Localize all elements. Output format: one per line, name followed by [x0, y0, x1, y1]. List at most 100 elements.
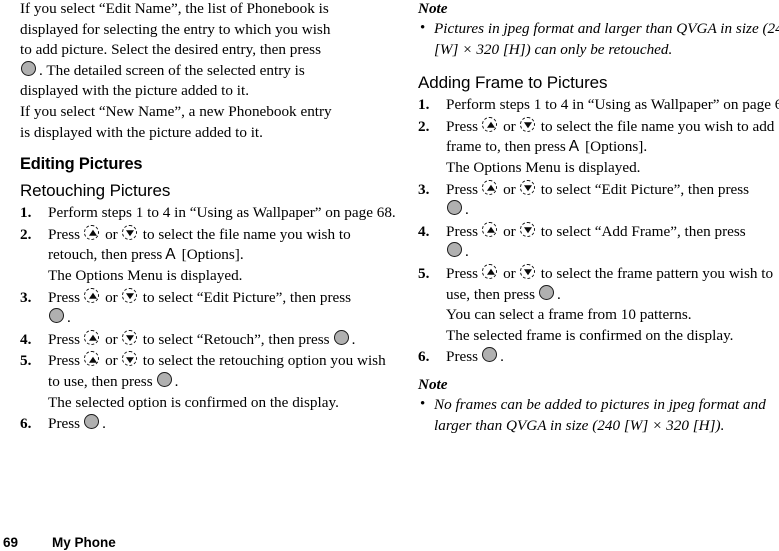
intro-paragraph: If you select “Edit Name”, the list of P… [20, 0, 399, 143]
step-text-tail: . [465, 201, 469, 219]
step-item: 6. Press. [418, 347, 779, 368]
step-number: 4. [20, 330, 32, 348]
step-text-tail: . [351, 330, 356, 348]
step-result: The Options Menu is displayed. [48, 266, 243, 284]
step-text-pre: Press [446, 348, 479, 366]
step-text-pre: Press [446, 222, 479, 240]
bullet-icon: • [420, 20, 426, 36]
note-list: • Pictures in jpeg format and larger tha… [418, 19, 779, 60]
note-block-top: Note • Pictures in jpeg format and large… [418, 0, 779, 60]
step-item: 3. Press or to select “Edit Picture”, then… [418, 179, 779, 221]
step-item: 1. Perform steps 1 to 4 in “Using as Wal… [418, 95, 779, 116]
nav-down-key-icon [519, 116, 537, 134]
adding-frame-steps-list: 1. Perform steps 1 to 4 in “Using as Wal… [418, 95, 779, 368]
step-text-pre: Press [446, 180, 479, 198]
note-heading: Note [418, 375, 448, 393]
note-text: No frames can be added to pictures in jp… [434, 395, 766, 434]
step-number: 5. [418, 264, 430, 282]
step-text-post: to select “Retouch”, then press [142, 330, 330, 348]
step-text-pre: Press [48, 288, 81, 306]
step-item: 5. Press or to select the frame pattern yo… [418, 263, 779, 346]
step-text-mid: or [503, 117, 516, 135]
step-number: 5. [20, 352, 32, 370]
note-item: • Pictures in jpeg format and larger tha… [418, 19, 779, 60]
nav-down-key-icon [121, 224, 139, 242]
step-text-mid: or [105, 225, 118, 243]
nav-down-key-icon [519, 179, 537, 197]
nav-up-key-icon [84, 287, 101, 305]
step-number: 1. [418, 96, 430, 114]
step-text-pre: Press [446, 117, 479, 135]
bullet-icon: • [420, 395, 426, 412]
intro-line-2: displayed for selecting the entry to whi… [20, 20, 331, 38]
step-number: 6. [418, 348, 430, 366]
retouching-steps-list: 1. Perform steps 1 to 4 in “Using as Wal… [20, 203, 399, 435]
step-result: The Options Menu is displayed. [446, 158, 641, 176]
page-footer: 69 My Phone [0, 534, 779, 551]
step-item: 3. Press or to select “Edit Picture”, then… [20, 287, 399, 329]
step-text-pre: Press [48, 415, 81, 433]
step-text-mid: or [503, 222, 516, 240]
nav-up-key-icon [84, 329, 101, 347]
nav-down-key-icon [121, 329, 139, 347]
step-result: You can select a frame from 10 patterns. [446, 306, 692, 324]
step-item: 1. Perform steps 1 to 4 in “Using as Wal… [20, 203, 399, 224]
step-item: 6. Press. [20, 414, 399, 435]
step-text-pre: Press [48, 225, 81, 243]
intro-line-7: is displayed with the picture added to i… [20, 123, 263, 141]
intro-line-4: . The detailed screen of the selected en… [39, 61, 305, 79]
step-item: 4. Press or to select “Retouch”, then pres… [20, 329, 399, 351]
step-result: The selected frame is confirmed on the d… [446, 326, 734, 344]
step-text-pre: Press [48, 330, 81, 348]
nav-up-key-icon [84, 224, 101, 242]
step-text-post: to select “Edit Picture”, then press [540, 180, 750, 198]
nav-up-key-icon [482, 179, 499, 197]
note-heading: Note [418, 0, 448, 17]
center-select-key-icon [21, 60, 38, 78]
nav-up-key-icon [482, 116, 499, 134]
center-select-key-icon [539, 284, 556, 302]
step-text-bracket: [Options]. [181, 246, 244, 264]
step-number: 6. [20, 415, 32, 433]
left-soft-key-icon: A [568, 138, 580, 156]
center-select-key-icon [447, 242, 464, 259]
nav-up-key-icon [84, 351, 101, 368]
step-text-bracket: [Options]. [585, 138, 648, 156]
intro-line-3: to add picture. Select the desired entry… [20, 41, 321, 59]
step-text-tail: . [102, 415, 106, 433]
page-number: 69 [3, 535, 19, 550]
note-list: • No frames can be added to pictures in … [418, 395, 779, 436]
step-result: The selected option is confirmed on the … [48, 393, 339, 411]
right-column: Note • Pictures in jpeg format and large… [418, 0, 779, 436]
step-number: 3. [418, 180, 430, 198]
center-select-key-icon [482, 347, 499, 364]
center-select-key-icon [84, 414, 101, 431]
step-text-post: to select “Add Frame”, then press [540, 222, 746, 240]
heading-adding-frame-to-pictures: Adding Frame to Pictures [418, 73, 608, 93]
step-text-tail: . [557, 285, 561, 303]
step-text-pre: Press [446, 264, 479, 282]
note-text: Pictures in jpeg format and larger than … [434, 20, 779, 58]
step-text-mid: or [105, 352, 118, 370]
left-column: If you select “Edit Name”, the list of P… [20, 0, 399, 435]
step-text: Perform steps 1 to 4 in “Using as Wallpa… [48, 204, 396, 222]
step-item: 2. Press or to select the file name you wi… [418, 116, 779, 179]
step-number: 4. [418, 222, 430, 240]
step-number: 2. [20, 225, 32, 243]
footer-section-title: My Phone [52, 535, 116, 550]
step-text-tail: . [67, 309, 71, 327]
step-text-mid: or [105, 330, 118, 348]
step-item: 5. Press or to select the retouching optio… [20, 351, 399, 413]
center-select-key-icon [49, 308, 66, 325]
manual-page: If you select “Edit Name”, the list of P… [0, 0, 779, 551]
step-text-mid: or [503, 264, 516, 282]
center-select-key-icon [333, 329, 351, 347]
step-number: 2. [418, 117, 430, 135]
step-text-post: to select “Edit Picture”, then press [142, 288, 352, 306]
nav-down-key-icon [121, 351, 139, 368]
step-text-tail: . [500, 348, 504, 366]
step-number: 1. [20, 204, 32, 222]
step-text-mid: or [105, 288, 118, 306]
step-item: 4. Press or to select “Add Frame”, then pr… [418, 221, 779, 263]
nav-up-key-icon [482, 263, 499, 281]
